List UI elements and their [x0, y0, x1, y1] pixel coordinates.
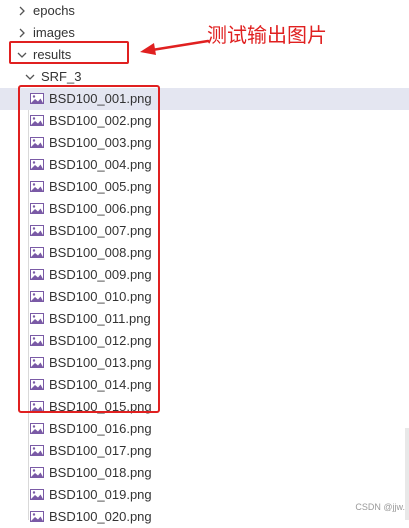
- file-label: BSD100_017.png: [49, 443, 152, 458]
- file-label: BSD100_018.png: [49, 465, 152, 480]
- file-row[interactable]: BSD100_016.png: [0, 418, 409, 440]
- image-file-icon: [30, 423, 44, 434]
- file-label: BSD100_019.png: [49, 487, 152, 502]
- chevron-right-icon[interactable]: [16, 0, 28, 22]
- file-row[interactable]: BSD100_017.png: [0, 440, 409, 462]
- annotation-label: 测试输出图片: [207, 23, 327, 47]
- image-file-icon: [30, 445, 44, 456]
- folder-row-epochs[interactable]: epochs: [0, 0, 409, 22]
- folder-label: epochs: [33, 3, 75, 18]
- red-arrow-icon: [140, 39, 210, 55]
- file-label: BSD100_020.png: [49, 509, 152, 524]
- files-highlight-box: [18, 85, 160, 413]
- image-file-icon: [30, 467, 44, 478]
- image-file-icon: [30, 489, 44, 500]
- scrollbar[interactable]: [405, 428, 409, 520]
- file-label: BSD100_016.png: [49, 421, 152, 436]
- file-row[interactable]: BSD100_020.png: [0, 506, 409, 528]
- results-highlight-box: [9, 41, 129, 64]
- image-file-icon: [30, 511, 44, 522]
- file-row[interactable]: BSD100_019.png: [0, 484, 409, 506]
- file-row[interactable]: BSD100_018.png: [0, 462, 409, 484]
- watermark: CSDN @jjw.: [355, 502, 405, 512]
